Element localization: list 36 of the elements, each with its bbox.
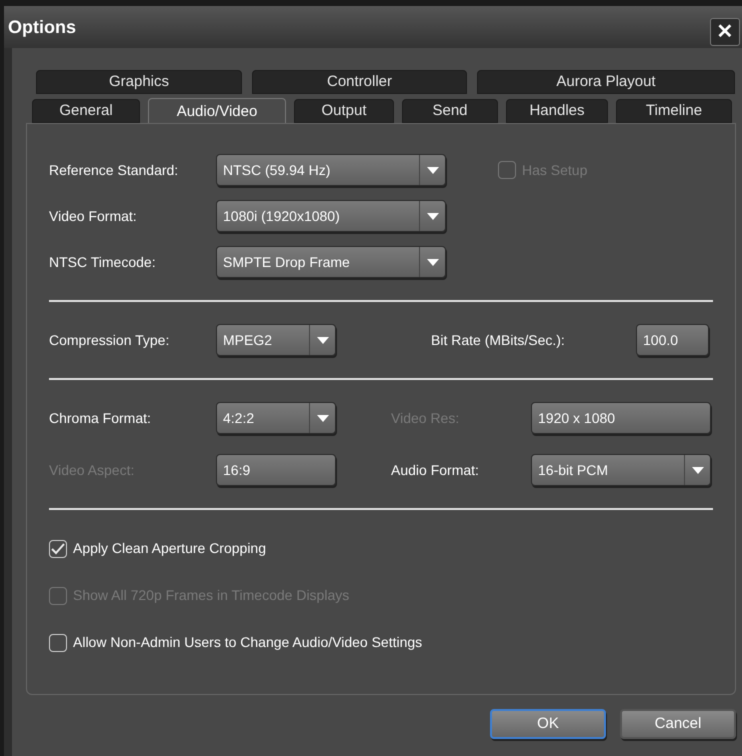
tab[interactable]: Aurora Playout bbox=[477, 70, 735, 94]
field-label: Video Format: bbox=[49, 206, 138, 226]
field-label: NTSC Timecode: bbox=[49, 252, 157, 272]
window-title: Options bbox=[8, 16, 76, 39]
dropdown[interactable]: 1080i (1920x1080) bbox=[216, 200, 446, 232]
dropdown[interactable]: SMPTE Drop Frame bbox=[216, 246, 446, 278]
caret-icon bbox=[692, 466, 704, 474]
dialog-button[interactable]: Cancel bbox=[620, 709, 736, 739]
dropdown[interactable]: MPEG2 bbox=[216, 324, 336, 356]
close-button[interactable]: ✕ bbox=[710, 18, 740, 46]
caret-icon bbox=[316, 414, 328, 422]
caret-icon bbox=[426, 166, 438, 174]
checkmark-icon bbox=[51, 542, 65, 554]
caret-icon bbox=[316, 336, 328, 344]
tab[interactable]: Send bbox=[402, 99, 498, 123]
field-label: Reference Standard: bbox=[49, 160, 180, 180]
tab[interactable]: Graphics bbox=[36, 70, 242, 94]
checkbox-label: Apply Clean Aperture Cropping bbox=[73, 539, 266, 558]
input-field[interactable]: 100.0 bbox=[636, 324, 709, 356]
tab[interactable]: Audio/Video bbox=[148, 98, 286, 125]
tab[interactable]: General bbox=[32, 99, 140, 123]
tab[interactable]: Output bbox=[294, 99, 394, 123]
caret-icon bbox=[426, 212, 438, 220]
dropdown[interactable]: 4:2:2 bbox=[216, 402, 336, 434]
field-label: Audio Format: bbox=[391, 460, 480, 480]
tab[interactable]: Handles bbox=[506, 99, 608, 123]
dropdown[interactable]: 16-bit PCM bbox=[531, 454, 711, 486]
field-label: Compression Type: bbox=[49, 330, 170, 350]
tab[interactable]: Controller bbox=[252, 70, 467, 94]
field-label: Chroma Format: bbox=[49, 408, 152, 428]
dropdown[interactable]: NTSC (59.94 Hz) bbox=[216, 154, 446, 186]
field-label: Bit Rate (MBits/Sec.): bbox=[431, 330, 566, 350]
caret-icon bbox=[426, 258, 438, 266]
tab[interactable]: Timeline bbox=[616, 99, 732, 123]
checkbox-label: Allow Non-Admin Users to Change Audio/Video Settings bbox=[73, 633, 422, 652]
dialog-button[interactable]: OK bbox=[490, 709, 606, 739]
